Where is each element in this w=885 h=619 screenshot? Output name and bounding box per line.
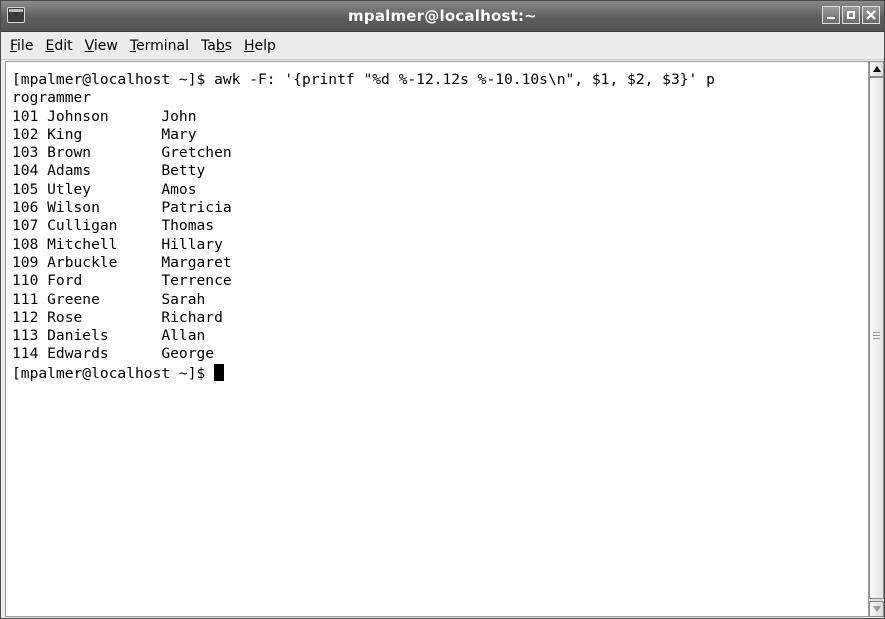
terminal-line: [mpalmer@localhost ~]$ awk -F: '{printf … <box>12 71 715 88</box>
window-controls <box>820 6 880 24</box>
terminal-line: 107 Culligan Thomas <box>12 217 215 235</box>
close-icon <box>866 10 876 20</box>
minimize-button[interactable] <box>822 6 840 24</box>
menu-file-mnemonic: F <box>10 37 18 54</box>
terminal-line: 105 Utley Amos <box>12 180 197 198</box>
text-cursor <box>214 363 225 381</box>
menu-view-label: iew <box>93 37 118 54</box>
menu-help[interactable]: Help <box>239 35 283 57</box>
menu-terminal[interactable]: Terminal <box>125 35 196 57</box>
window-title: mpalmer@localhost:~ <box>348 7 537 25</box>
maximize-button[interactable] <box>842 6 860 24</box>
menu-terminal-label: erminal <box>136 37 189 54</box>
arrow-up-icon <box>873 66 881 72</box>
scroll-up-button[interactable] <box>869 61 884 77</box>
menu-tabs[interactable]: Tabs <box>196 35 239 57</box>
arrow-down-icon <box>873 606 881 612</box>
terminal-line: 103 Brown Gretchen <box>12 144 232 162</box>
terminal-line: rogrammer <box>12 89 92 107</box>
menu-help-mnemonic: H <box>244 37 255 54</box>
terminal-line: 112 Rose Richard <box>12 308 223 326</box>
shell-prompt: [mpalmer@localhost ~]$ <box>12 364 215 382</box>
menu-view-mnemonic: V <box>84 37 94 54</box>
menu-tabs-mnemonic: b <box>215 37 225 54</box>
terminal-line: 114 Edwards George <box>12 345 215 363</box>
terminal-line: 111 Greene Sarah <box>12 290 206 308</box>
terminal-lines: [mpalmer@localhost ~]$ awk -F: '{printf … <box>12 71 715 382</box>
terminal-line: 113 Daniels Allan <box>12 327 206 345</box>
menu-view[interactable]: View <box>80 35 125 57</box>
terminal-window: mpalmer@localhost:~ File Edit View Termi… <box>0 0 885 619</box>
terminal-line: 109 Arbuckle Margaret <box>12 253 232 271</box>
menu-tabs-label: s <box>224 37 233 54</box>
menu-bar: File Edit View Terminal Tabs Help <box>1 32 884 60</box>
prompt-line[interactable]: [mpalmer@localhost ~]$ <box>12 363 715 382</box>
terminal-line: 108 Mitchell Hillary <box>12 235 223 253</box>
scroll-down-button[interactable] <box>869 601 884 617</box>
terminal-line: 110 Ford Terrence <box>12 272 232 290</box>
menu-help-label: elp <box>254 37 276 54</box>
terminal-line: 104 Adams Betty <box>12 162 206 180</box>
terminal-output[interactable]: [mpalmer@localhost ~]$ awk -F: '{printf … <box>5 61 868 617</box>
menu-edit-label: dit <box>54 37 73 54</box>
menu-file[interactable]: File <box>5 35 40 57</box>
menu-edit[interactable]: Edit <box>40 35 79 57</box>
scrollbar-thumb[interactable] <box>869 77 884 599</box>
scrollbar-grip <box>873 332 880 341</box>
menu-edit-mnemonic: E <box>45 37 55 54</box>
close-button[interactable] <box>862 6 880 24</box>
vertical-scrollbar[interactable] <box>868 61 884 617</box>
title-bar[interactable]: mpalmer@localhost:~ <box>1 1 884 32</box>
terminal-line: 102 King Mary <box>12 125 197 143</box>
menu-file-label: ile <box>17 37 34 54</box>
terminal-line: 101 Johnson John <box>12 107 197 125</box>
terminal-line: 106 Wilson Patricia <box>12 199 232 217</box>
menu-tabs-prefix: Ta <box>201 37 216 54</box>
